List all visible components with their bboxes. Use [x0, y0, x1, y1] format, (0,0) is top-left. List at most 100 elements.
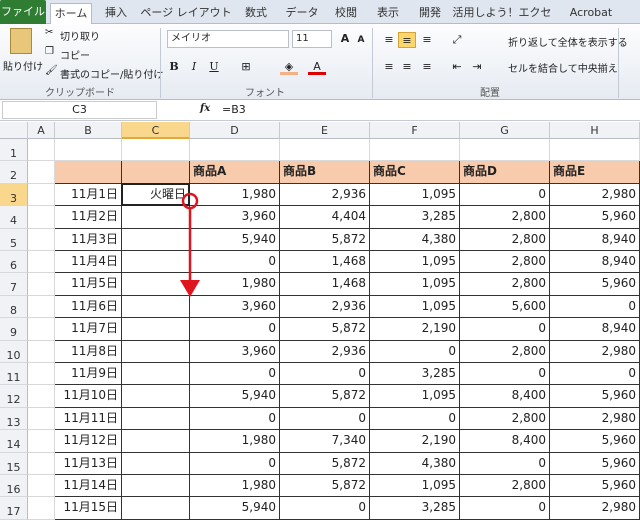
- row-header-9[interactable]: 9: [0, 318, 28, 341]
- date-cell[interactable]: 11月14日: [55, 475, 122, 498]
- value-cell[interactable]: 0: [460, 452, 550, 475]
- align-top-icon[interactable]: ≡: [380, 32, 398, 48]
- date-cell[interactable]: 11月7日: [55, 318, 122, 341]
- value-cell[interactable]: 1,095: [370, 295, 460, 319]
- value-cell[interactable]: 5,600: [460, 295, 550, 319]
- value-cell[interactable]: 1,980: [190, 430, 280, 453]
- paste-button[interactable]: 貼り付け: [3, 58, 43, 73]
- value-cell[interactable]: 0: [370, 340, 460, 363]
- weekday-cell[interactable]: [122, 497, 190, 520]
- bold-button[interactable]: B: [165, 59, 183, 75]
- value-cell[interactable]: 5,940: [190, 228, 280, 251]
- value-cell[interactable]: 3,285: [370, 363, 460, 386]
- empty-cell[interactable]: [28, 340, 55, 363]
- value-cell[interactable]: 2,190: [370, 318, 460, 341]
- empty-cell[interactable]: [28, 139, 55, 162]
- fill-color-icon[interactable]: ◈: [280, 59, 298, 75]
- value-cell[interactable]: 1,095: [370, 475, 460, 498]
- row-header-16[interactable]: 16: [0, 475, 28, 498]
- empty-cell[interactable]: [370, 139, 460, 162]
- value-cell[interactable]: 3,960: [190, 295, 280, 319]
- empty-cell[interactable]: [28, 295, 55, 319]
- empty-cell[interactable]: [190, 139, 280, 162]
- date-cell[interactable]: 11月2日: [55, 206, 122, 229]
- orientation-icon[interactable]: ⤢: [448, 32, 466, 48]
- weekday-cell[interactable]: [122, 228, 190, 251]
- row-header-17[interactable]: 17: [0, 497, 28, 520]
- value-cell[interactable]: 0: [550, 295, 640, 319]
- increase-indent-icon[interactable]: ⇥: [468, 59, 486, 75]
- empty-cell[interactable]: [28, 273, 55, 296]
- tab-8[interactable]: 開発: [410, 3, 450, 24]
- date-cell[interactable]: 11月6日: [55, 295, 122, 319]
- date-cell[interactable]: 11月3日: [55, 228, 122, 251]
- empty-cell[interactable]: [28, 206, 55, 229]
- empty-cell[interactable]: [55, 139, 122, 162]
- tab-9[interactable]: 活用しよう！エクセル: [452, 3, 552, 39]
- merge-center-button[interactable]: セルを結合して中央揃え: [508, 60, 618, 75]
- column-header-B[interactable]: B: [55, 122, 122, 139]
- underline-button[interactable]: U: [205, 59, 223, 75]
- column-header-H[interactable]: H: [550, 122, 640, 139]
- value-cell[interactable]: 2,800: [460, 251, 550, 274]
- value-cell[interactable]: 3,285: [370, 497, 460, 520]
- value-cell[interactable]: 0: [370, 407, 460, 431]
- value-cell[interactable]: 2,800: [460, 273, 550, 296]
- value-cell[interactable]: 0: [460, 363, 550, 386]
- value-cell[interactable]: 2,800: [460, 340, 550, 363]
- value-cell[interactable]: 0: [460, 318, 550, 341]
- value-cell[interactable]: 2,800: [460, 206, 550, 229]
- value-cell[interactable]: 2,980: [550, 183, 640, 207]
- weekday-cell[interactable]: [122, 295, 190, 319]
- value-cell[interactable]: 1,980: [190, 183, 280, 207]
- value-cell[interactable]: 5,960: [550, 273, 640, 296]
- row-header-7[interactable]: 7: [0, 273, 28, 296]
- select-all-corner[interactable]: [0, 122, 28, 139]
- row-header-2[interactable]: 2: [0, 161, 28, 184]
- cut-button[interactable]: 切り取り: [60, 28, 100, 43]
- value-cell[interactable]: 3,960: [190, 340, 280, 363]
- table-header-cell[interactable]: [122, 161, 190, 184]
- value-cell[interactable]: 1,980: [190, 475, 280, 498]
- row-header-6[interactable]: 6: [0, 251, 28, 274]
- value-cell[interactable]: 5,960: [550, 206, 640, 229]
- column-header-G[interactable]: G: [460, 122, 550, 139]
- row-header-13[interactable]: 13: [0, 407, 28, 431]
- table-header-cell[interactable]: 商品C: [370, 161, 460, 184]
- value-cell[interactable]: 5,940: [190, 497, 280, 520]
- value-cell[interactable]: 0: [190, 363, 280, 386]
- table-header-cell[interactable]: 商品B: [280, 161, 370, 184]
- table-header-cell[interactable]: 商品A: [190, 161, 280, 184]
- value-cell[interactable]: 2,980: [550, 340, 640, 363]
- table-header-cell[interactable]: [55, 161, 122, 184]
- value-cell[interactable]: 2,800: [460, 475, 550, 498]
- align-bottom-icon[interactable]: ≡: [418, 32, 436, 48]
- value-cell[interactable]: 4,380: [370, 452, 460, 475]
- date-cell[interactable]: 11月11日: [55, 407, 122, 431]
- active-cell-border[interactable]: [121, 182, 190, 207]
- weekday-cell[interactable]: [122, 318, 190, 341]
- value-cell[interactable]: 5,960: [550, 385, 640, 408]
- value-cell[interactable]: 2,980: [550, 497, 640, 520]
- row-header-10[interactable]: 10: [0, 340, 28, 363]
- weekday-cell[interactable]: [122, 475, 190, 498]
- value-cell[interactable]: 5,872: [280, 452, 370, 475]
- date-cell[interactable]: 11月5日: [55, 273, 122, 296]
- date-cell[interactable]: 11月10日: [55, 385, 122, 408]
- row-header-15[interactable]: 15: [0, 452, 28, 475]
- tab-3[interactable]: ページ レイアウト: [140, 3, 232, 24]
- date-cell[interactable]: 11月1日: [55, 183, 122, 207]
- value-cell[interactable]: 3,960: [190, 206, 280, 229]
- value-cell[interactable]: 4,380: [370, 228, 460, 251]
- tab-2[interactable]: 挿入: [96, 3, 136, 24]
- value-cell[interactable]: 2,800: [460, 228, 550, 251]
- tab-7[interactable]: 表示: [368, 3, 408, 24]
- value-cell[interactable]: 0: [460, 497, 550, 520]
- weekday-cell[interactable]: [122, 251, 190, 274]
- value-cell[interactable]: 8,940: [550, 228, 640, 251]
- value-cell[interactable]: 1,095: [370, 385, 460, 408]
- value-cell[interactable]: 2,936: [280, 295, 370, 319]
- value-cell[interactable]: 0: [190, 407, 280, 431]
- empty-cell[interactable]: [460, 139, 550, 162]
- italic-button[interactable]: I: [185, 59, 203, 75]
